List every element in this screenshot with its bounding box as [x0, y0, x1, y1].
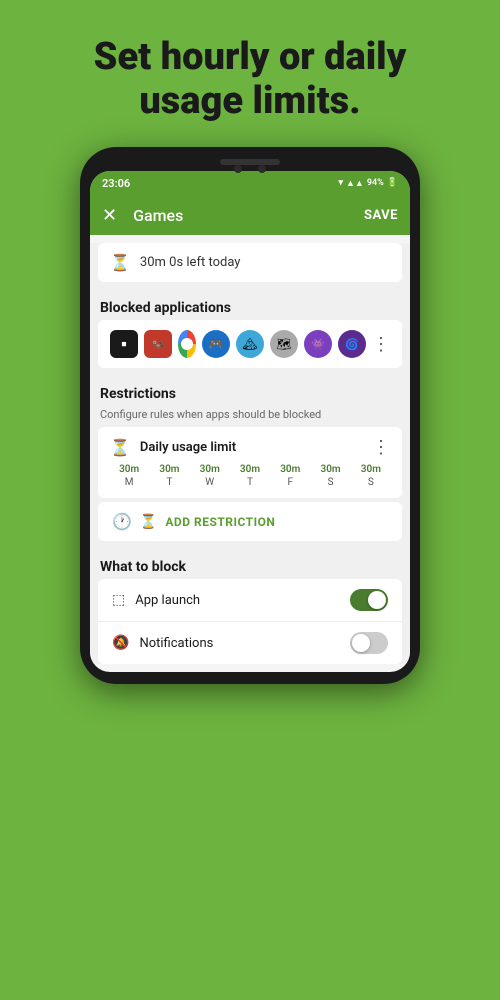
restriction-title: Daily usage limit	[140, 440, 236, 455]
day-value-thu: 30m	[240, 464, 260, 475]
app-bar-title: Games	[133, 206, 364, 225]
day-col-fri: 30m F	[271, 464, 309, 488]
day-col-tue: 30m T	[150, 464, 188, 488]
add-restriction-label: ADD RESTRICTION	[165, 515, 275, 529]
battery-level: 94%	[367, 178, 384, 188]
restriction-left: ⏳ Daily usage limit	[110, 438, 236, 457]
app-launch-toggle[interactable]	[350, 589, 388, 611]
day-label-fri: F	[288, 477, 294, 488]
app-bar: ✕ Games SAVE	[90, 195, 410, 235]
day-col-wed: 30m W	[191, 464, 229, 488]
app-launch-label: App launch	[135, 593, 340, 608]
notifications-row: 🔕 Notifications	[98, 621, 402, 664]
signal-icon: ▲▲	[346, 178, 364, 189]
restriction-card: ⏳ Daily usage limit ⋮ 30m M 30m T	[98, 427, 402, 498]
battery-icon: 🔋	[387, 178, 398, 188]
day-col-thu: 30m T	[231, 464, 269, 488]
page-headline: Set hourly or daily usage limits.	[0, 0, 500, 147]
screen-content: ⏳ 30m 0s left today Blocked applications…	[90, 243, 410, 664]
notifications-icon: 🔕	[112, 635, 129, 651]
status-time: 23:06	[102, 177, 130, 190]
add-restriction-row[interactable]: 🕐 ⏳ ADD RESTRICTION	[98, 502, 402, 541]
day-value-sat: 30m	[321, 464, 341, 475]
camera-dot-right	[258, 165, 266, 173]
phone-screen: 23:06 ▾ ▲▲ 94% 🔋 ✕ Games SAVE ⏳ 30	[90, 171, 410, 672]
app-icon-0: ⏹	[110, 330, 138, 358]
blocked-apps-card: ⏹ 🦦 🎮 🏔 🗺 👾	[98, 320, 402, 368]
app-icon-5: 🗺	[270, 330, 298, 358]
apps-more-button[interactable]: ⋮	[372, 334, 390, 355]
restriction-more-button[interactable]: ⋮	[372, 437, 390, 458]
days-grid: 30m M 30m T 30m W 30m T	[110, 464, 390, 488]
restrictions-title: Restrictions	[90, 376, 410, 406]
day-label-wed: W	[205, 477, 214, 488]
day-label-sun: S	[368, 477, 374, 488]
app-icon-4: 🏔	[236, 330, 264, 358]
blocked-apps-title: Blocked applications	[90, 290, 410, 320]
wifi-icon: ▾	[338, 178, 343, 188]
day-col-sat: 30m S	[311, 464, 349, 488]
day-label-thu: T	[247, 477, 253, 488]
notifications-toggle[interactable]	[350, 632, 388, 654]
phone-cameras	[234, 165, 266, 173]
add-clock-icon: 🕐	[112, 512, 132, 531]
notifications-label: Notifications	[139, 636, 340, 651]
timer-hourglass-icon: ⏳	[110, 253, 130, 272]
restriction-hourglass-icon: ⏳	[110, 438, 130, 457]
notifications-toggle-thumb	[352, 634, 370, 652]
day-value-sun: 30m	[361, 464, 381, 475]
restriction-card-header: ⏳ Daily usage limit ⋮	[110, 437, 390, 458]
day-value-wed: 30m	[200, 464, 220, 475]
day-label-mon: M	[125, 477, 134, 488]
app-launch-icon: ⬚	[112, 592, 125, 608]
app-launch-toggle-thumb	[368, 591, 386, 609]
app-launch-row: ⬚ App launch	[98, 579, 402, 621]
app-icon-7: 🌀	[338, 330, 366, 358]
status-bar: 23:06 ▾ ▲▲ 94% 🔋	[90, 171, 410, 195]
day-value-tue: 30m	[159, 464, 179, 475]
app-icon-3: 🎮	[202, 330, 230, 358]
save-button[interactable]: SAVE	[364, 208, 398, 223]
day-label-tue: T	[166, 477, 172, 488]
app-icon-1: 🦦	[144, 330, 172, 358]
timer-text: 30m 0s left today	[140, 255, 241, 270]
restrictions-subtitle: Configure rules when apps should be bloc…	[90, 406, 410, 427]
day-col-mon: 30m M	[110, 464, 148, 488]
app-icon-6: 👾	[304, 330, 332, 358]
day-label-sat: S	[328, 477, 334, 488]
status-icons: ▾ ▲▲ 94% 🔋	[338, 178, 398, 189]
timer-row: ⏳ 30m 0s left today	[98, 243, 402, 282]
add-hourglass-icon: ⏳	[140, 514, 157, 530]
app-icon-2-chrome	[178, 330, 196, 358]
close-button[interactable]: ✕	[102, 205, 117, 226]
day-col-sun: 30m S	[352, 464, 390, 488]
day-value-mon: 30m	[119, 464, 139, 475]
camera-dot-left	[234, 165, 242, 173]
day-value-fri: 30m	[280, 464, 300, 475]
what-to-block-title: What to block	[90, 549, 410, 579]
phone-device: 23:06 ▾ ▲▲ 94% 🔋 ✕ Games SAVE ⏳ 30	[80, 147, 420, 684]
